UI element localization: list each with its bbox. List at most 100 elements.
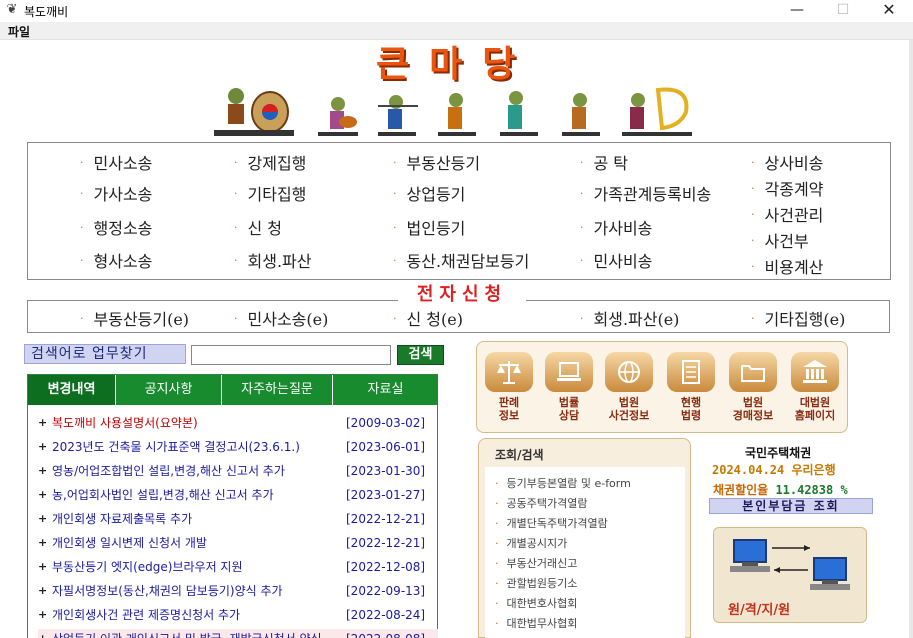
bond-rate: 채권할인율 11.42838 % xyxy=(713,481,848,498)
news-row[interactable]: + 부동산등기 엣지(edge)브라우저 지원 [2022-12-08] xyxy=(38,557,438,577)
statutes-button[interactable]: 현행 법령 xyxy=(667,352,715,422)
window-border xyxy=(909,40,913,638)
category-item[interactable]: · 가족관계등록비송 xyxy=(580,181,711,205)
category-label: 부동산등기 xyxy=(406,154,481,173)
category-item[interactable]: · 비용계산 xyxy=(751,254,823,278)
bullet-icon: · xyxy=(495,597,499,610)
search-input[interactable] xyxy=(191,345,391,365)
news-row[interactable]: + 농,어업회사법인 설립,변경,해산 신고서 추가 [2023-01-27] xyxy=(38,485,438,505)
news-row[interactable]: + 복도깨비 사용설명서(요약본) [2009-03-02] xyxy=(38,413,438,433)
category-item[interactable]: · 상사비송 xyxy=(751,150,823,174)
news-row[interactable]: + 자필서명정보(동산,채권의 담보등기)양식 추가 [2022-09-13] xyxy=(38,581,438,601)
bullet-icon: · xyxy=(393,254,397,267)
news-title: 개인회생사건 관련 제증명신청서 추가 xyxy=(52,608,241,622)
lookup-item[interactable]: · 관할법원등기소 xyxy=(495,575,577,591)
lookup-label: 대한법무사협회 xyxy=(506,617,578,630)
supreme-court-label: 대법원 홈페이지 xyxy=(794,396,836,422)
category-item[interactable]: · 동산.채권담보등기 xyxy=(393,248,529,272)
lookup-item[interactable]: · 등기부등본열람 및 e-form xyxy=(495,475,631,491)
lookup-item[interactable]: · 개별단독주택가격열람 xyxy=(495,515,608,531)
category-item[interactable]: · 민사소송 xyxy=(80,150,152,174)
news-row[interactable]: + 개인회생 일시변제 신청서 개발 [2022-12-21] xyxy=(38,533,438,553)
category-item[interactable]: · 부동산등기 xyxy=(393,150,480,174)
plus-icon: + xyxy=(38,560,48,573)
category-item[interactable]: · 가사소송 xyxy=(80,181,152,205)
search-button[interactable]: 검색 xyxy=(397,345,444,365)
lookup-item[interactable]: · 개별공시지가 xyxy=(495,535,567,551)
logo-title: 큰마당 xyxy=(376,43,536,85)
category-label: 가사비송 xyxy=(593,219,653,238)
legal-advice-button[interactable]: 법률 상담 xyxy=(545,352,593,422)
case-law-button[interactable]: 판례 정보 xyxy=(485,352,533,422)
efiling-item[interactable]: · 부동산등기(e) xyxy=(80,306,189,330)
tab-notices[interactable]: 공지사항 xyxy=(116,375,222,405)
tab-changes[interactable]: 변경내역 xyxy=(28,375,116,405)
bullet-icon: · xyxy=(393,221,397,234)
category-item[interactable]: · 공 탁 xyxy=(580,150,628,174)
minimize-button[interactable]: — xyxy=(774,0,820,22)
supreme-court-button[interactable]: 대법원 홈페이지 xyxy=(791,352,839,422)
bullet-icon: · xyxy=(80,156,84,169)
bullet-icon: · xyxy=(751,208,755,221)
news-row[interactable]: + 개인회생사건 관련 제증명신청서 추가 [2022-08-24] xyxy=(38,605,438,625)
menu-file[interactable]: 파일 xyxy=(8,23,30,40)
news-title: 부동산등기 엣지(edge)브라우저 지원 xyxy=(52,560,243,574)
efiling-item[interactable]: · 기타집행(e) xyxy=(751,306,845,330)
category-label: 비용계산 xyxy=(764,258,824,277)
category-label: 민사비송 xyxy=(593,252,653,271)
efiling-item[interactable]: · 신 청(e) xyxy=(393,306,463,330)
close-button[interactable]: ✕ xyxy=(866,0,912,22)
efiling-label: 회생.파산(e) xyxy=(593,310,680,329)
search-label: 검색어로 업무찾기 xyxy=(24,344,186,364)
bullet-icon: · xyxy=(495,577,499,590)
plus-icon: + xyxy=(38,608,48,621)
lookup-item[interactable]: · 대한변호사협회 xyxy=(495,595,577,611)
tab-downloads[interactable]: 자료실 xyxy=(333,375,438,405)
category-item[interactable]: · 사건부 xyxy=(751,228,809,252)
lookup-item[interactable]: · 공동주택가격열람 xyxy=(495,495,587,511)
tab-faq[interactable]: 자주하는질문 xyxy=(222,375,333,405)
efiling-item[interactable]: · 민사소송(e) xyxy=(234,306,328,330)
bullet-icon: · xyxy=(234,156,238,169)
lookup-box: 조회/검색 · 등기부등본열람 및 e-form · 공동주택가격열람 · 개별단독주택가… xyxy=(478,438,691,638)
lookup-item[interactable]: · 부동산거래신고 xyxy=(495,555,577,571)
window-title: 복도깨비 xyxy=(24,5,69,19)
news-row[interactable]: + 상업등기 이관 개인신고서 및 발급, 재발급신청서 양식 [2022-08-0… xyxy=(38,629,438,638)
category-label: 상업등기 xyxy=(406,185,466,204)
category-label: 강제집행 xyxy=(247,154,307,173)
lookup-item[interactable]: · 대한법무사협회 xyxy=(495,615,577,631)
bullet-icon: · xyxy=(80,254,84,267)
news-row[interactable]: + 개인회생 자료제출목록 추가 [2022-12-21] xyxy=(38,509,438,529)
category-item[interactable]: · 민사비송 xyxy=(580,248,652,272)
category-item[interactable]: · 가사비송 xyxy=(580,215,652,239)
category-item[interactable]: · 각종계약 xyxy=(751,176,823,200)
news-row[interactable]: +2023년도 건축물 시가표준액 결정고시(23.6.1.) [2023-06-… xyxy=(38,437,438,457)
bullet-icon: · xyxy=(495,617,499,630)
courthouse-icon xyxy=(791,352,839,392)
category-label: 상사비송 xyxy=(764,154,824,173)
category-item[interactable]: · 행정소송 xyxy=(80,215,152,239)
maximize-button[interactable]: ☐ xyxy=(820,0,866,22)
court-case-button[interactable]: 법원 사건정보 xyxy=(605,352,653,422)
efiling-item[interactable]: · 회생.파산(e) xyxy=(580,306,679,330)
category-item[interactable]: · 회생.파산 xyxy=(234,248,311,272)
remote-support-button[interactable]: 원/격/지/원 xyxy=(713,527,867,623)
category-item[interactable]: · 상업등기 xyxy=(393,181,465,205)
bullet-icon: · xyxy=(393,187,397,200)
category-label: 신 청 xyxy=(247,219,283,238)
category-label: 형사소송 xyxy=(93,252,153,271)
category-item[interactable]: · 강제집행 xyxy=(234,150,306,174)
category-item[interactable]: · 형사소송 xyxy=(80,248,152,272)
category-label: 사건부 xyxy=(764,232,809,251)
news-date: [2023-01-30] xyxy=(346,464,426,478)
category-item[interactable]: · 기타집행 xyxy=(234,181,306,205)
auction-button[interactable]: 법원 경매정보 xyxy=(729,352,777,422)
category-item[interactable]: · 사건관리 xyxy=(751,202,823,226)
news-date: [2022-08-24] xyxy=(346,608,426,622)
category-item[interactable]: · 법인등기 xyxy=(393,215,465,239)
category-item[interactable]: · 신 청 xyxy=(234,215,282,239)
case-law-label: 판례 정보 xyxy=(498,396,520,422)
lookup-label: 등기부등본열람 및 e-form xyxy=(506,477,631,490)
self-payment-lookup-button[interactable]: 본인부담금 조회 xyxy=(709,498,873,514)
news-row[interactable]: + 영농/어업조합법인 설립,변경,해산 신고서 추가 [2023-01-30] xyxy=(38,461,438,481)
